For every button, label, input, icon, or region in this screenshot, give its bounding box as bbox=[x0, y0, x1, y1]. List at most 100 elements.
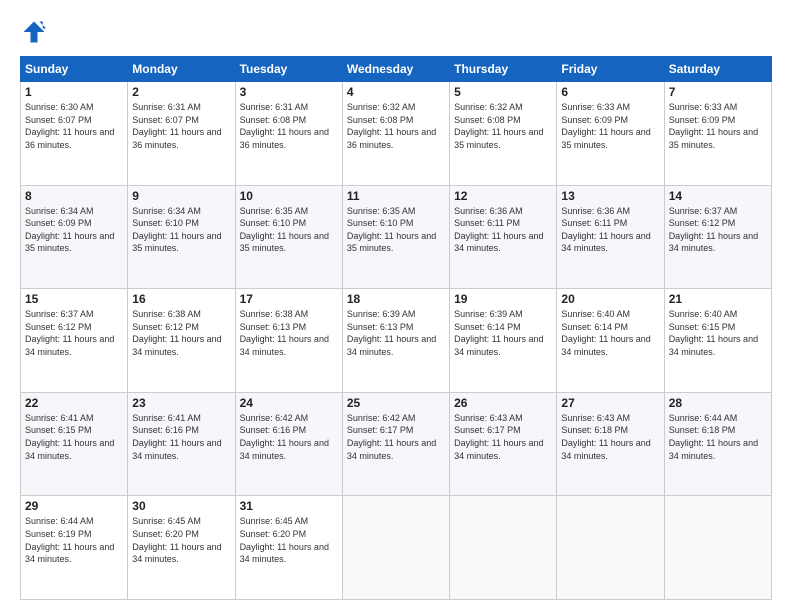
day-number: 4 bbox=[347, 85, 445, 99]
day-number: 16 bbox=[132, 292, 230, 306]
calendar-cell: 9 Sunrise: 6:34 AMSunset: 6:10 PMDaylight… bbox=[128, 185, 235, 289]
calendar-cell: 1 Sunrise: 6:30 AMSunset: 6:07 PMDaylight… bbox=[21, 82, 128, 186]
day-info: Sunrise: 6:42 AMSunset: 6:17 PMDaylight:… bbox=[347, 412, 445, 462]
calendar-cell: 28 Sunrise: 6:44 AMSunset: 6:18 PMDayligh… bbox=[664, 392, 771, 496]
day-header-sunday: Sunday bbox=[21, 57, 128, 82]
calendar-cell bbox=[342, 496, 449, 600]
day-number: 12 bbox=[454, 189, 552, 203]
day-info: Sunrise: 6:44 AMSunset: 6:19 PMDaylight:… bbox=[25, 515, 123, 565]
day-info: Sunrise: 6:39 AMSunset: 6:13 PMDaylight:… bbox=[347, 308, 445, 358]
day-number: 22 bbox=[25, 396, 123, 410]
day-info: Sunrise: 6:38 AMSunset: 6:12 PMDaylight:… bbox=[132, 308, 230, 358]
day-number: 6 bbox=[561, 85, 659, 99]
calendar-cell: 3 Sunrise: 6:31 AMSunset: 6:08 PMDaylight… bbox=[235, 82, 342, 186]
day-info: Sunrise: 6:34 AMSunset: 6:09 PMDaylight:… bbox=[25, 205, 123, 255]
calendar-cell: 14 Sunrise: 6:37 AMSunset: 6:12 PMDayligh… bbox=[664, 185, 771, 289]
calendar-cell: 30 Sunrise: 6:45 AMSunset: 6:20 PMDayligh… bbox=[128, 496, 235, 600]
day-info: Sunrise: 6:34 AMSunset: 6:10 PMDaylight:… bbox=[132, 205, 230, 255]
day-header-wednesday: Wednesday bbox=[342, 57, 449, 82]
day-number: 7 bbox=[669, 85, 767, 99]
day-info: Sunrise: 6:31 AMSunset: 6:08 PMDaylight:… bbox=[240, 101, 338, 151]
day-number: 10 bbox=[240, 189, 338, 203]
logo-icon bbox=[20, 18, 48, 46]
calendar-cell: 2 Sunrise: 6:31 AMSunset: 6:07 PMDaylight… bbox=[128, 82, 235, 186]
calendar-cell: 10 Sunrise: 6:35 AMSunset: 6:10 PMDayligh… bbox=[235, 185, 342, 289]
day-number: 29 bbox=[25, 499, 123, 513]
day-info: Sunrise: 6:30 AMSunset: 6:07 PMDaylight:… bbox=[25, 101, 123, 151]
day-number: 21 bbox=[669, 292, 767, 306]
day-number: 5 bbox=[454, 85, 552, 99]
day-number: 14 bbox=[669, 189, 767, 203]
day-number: 17 bbox=[240, 292, 338, 306]
calendar-cell bbox=[450, 496, 557, 600]
day-info: Sunrise: 6:38 AMSunset: 6:13 PMDaylight:… bbox=[240, 308, 338, 358]
calendar-cell bbox=[664, 496, 771, 600]
day-info: Sunrise: 6:33 AMSunset: 6:09 PMDaylight:… bbox=[669, 101, 767, 151]
day-info: Sunrise: 6:37 AMSunset: 6:12 PMDaylight:… bbox=[25, 308, 123, 358]
calendar-cell: 12 Sunrise: 6:36 AMSunset: 6:11 PMDayligh… bbox=[450, 185, 557, 289]
day-info: Sunrise: 6:41 AMSunset: 6:15 PMDaylight:… bbox=[25, 412, 123, 462]
calendar-cell: 20Sunrise: 6:40 AMSunset: 6:14 PMDayligh… bbox=[557, 289, 664, 393]
day-number: 18 bbox=[347, 292, 445, 306]
day-number: 11 bbox=[347, 189, 445, 203]
calendar-cell: 16 Sunrise: 6:38 AMSunset: 6:12 PMDayligh… bbox=[128, 289, 235, 393]
day-number: 15 bbox=[25, 292, 123, 306]
calendar-cell: 25 Sunrise: 6:42 AMSunset: 6:17 PMDayligh… bbox=[342, 392, 449, 496]
calendar-cell: 31 Sunrise: 6:45 AMSunset: 6:20 PMDayligh… bbox=[235, 496, 342, 600]
day-info: Sunrise: 6:45 AMSunset: 6:20 PMDaylight:… bbox=[132, 515, 230, 565]
calendar-cell: 27Sunrise: 6:43 AMSunset: 6:18 PMDayligh… bbox=[557, 392, 664, 496]
calendar-cell: 18 Sunrise: 6:39 AMSunset: 6:13 PMDayligh… bbox=[342, 289, 449, 393]
calendar-cell: 24Sunrise: 6:42 AMSunset: 6:16 PMDayligh… bbox=[235, 392, 342, 496]
calendar-cell: 26 Sunrise: 6:43 AMSunset: 6:17 PMDayligh… bbox=[450, 392, 557, 496]
day-info: Sunrise: 6:31 AMSunset: 6:07 PMDaylight:… bbox=[132, 101, 230, 151]
day-info: Sunrise: 6:39 AMSunset: 6:14 PMDaylight:… bbox=[454, 308, 552, 358]
day-info: Sunrise: 6:36 AMSunset: 6:11 PMDaylight:… bbox=[454, 205, 552, 255]
calendar-cell bbox=[557, 496, 664, 600]
day-info: Sunrise: 6:37 AMSunset: 6:12 PMDaylight:… bbox=[669, 205, 767, 255]
day-number: 19 bbox=[454, 292, 552, 306]
day-info: Sunrise: 6:36 AMSunset: 6:11 PMDaylight:… bbox=[561, 205, 659, 255]
calendar-cell: 4 Sunrise: 6:32 AMSunset: 6:08 PMDaylight… bbox=[342, 82, 449, 186]
day-info: Sunrise: 6:32 AMSunset: 6:08 PMDaylight:… bbox=[454, 101, 552, 151]
calendar-cell: 13 Sunrise: 6:36 AMSunset: 6:11 PMDayligh… bbox=[557, 185, 664, 289]
day-number: 25 bbox=[347, 396, 445, 410]
calendar-cell: 6Sunrise: 6:33 AMSunset: 6:09 PMDaylight… bbox=[557, 82, 664, 186]
day-number: 28 bbox=[669, 396, 767, 410]
calendar-cell: 8 Sunrise: 6:34 AMSunset: 6:09 PMDaylight… bbox=[21, 185, 128, 289]
day-info: Sunrise: 6:40 AMSunset: 6:15 PMDaylight:… bbox=[669, 308, 767, 358]
calendar-cell: 29 Sunrise: 6:44 AMSunset: 6:19 PMDayligh… bbox=[21, 496, 128, 600]
calendar-cell: 22 Sunrise: 6:41 AMSunset: 6:15 PMDayligh… bbox=[21, 392, 128, 496]
day-info: Sunrise: 6:41 AMSunset: 6:16 PMDaylight:… bbox=[132, 412, 230, 462]
day-number: 30 bbox=[132, 499, 230, 513]
day-header-monday: Monday bbox=[128, 57, 235, 82]
day-header-thursday: Thursday bbox=[450, 57, 557, 82]
calendar-cell: 7 Sunrise: 6:33 AMSunset: 6:09 PMDaylight… bbox=[664, 82, 771, 186]
day-number: 23 bbox=[132, 396, 230, 410]
logo bbox=[20, 18, 52, 46]
day-info: Sunrise: 6:32 AMSunset: 6:08 PMDaylight:… bbox=[347, 101, 445, 151]
day-number: 13 bbox=[561, 189, 659, 203]
day-number: 9 bbox=[132, 189, 230, 203]
calendar-cell: 11Sunrise: 6:35 AMSunset: 6:10 PMDayligh… bbox=[342, 185, 449, 289]
calendar-cell: 23 Sunrise: 6:41 AMSunset: 6:16 PMDayligh… bbox=[128, 392, 235, 496]
day-number: 3 bbox=[240, 85, 338, 99]
calendar-cell: 5 Sunrise: 6:32 AMSunset: 6:08 PMDaylight… bbox=[450, 82, 557, 186]
day-number: 31 bbox=[240, 499, 338, 513]
day-number: 2 bbox=[132, 85, 230, 99]
calendar-cell: 19 Sunrise: 6:39 AMSunset: 6:14 PMDayligh… bbox=[450, 289, 557, 393]
day-number: 26 bbox=[454, 396, 552, 410]
day-header-saturday: Saturday bbox=[664, 57, 771, 82]
calendar-cell: 21 Sunrise: 6:40 AMSunset: 6:15 PMDayligh… bbox=[664, 289, 771, 393]
day-info: Sunrise: 6:45 AMSunset: 6:20 PMDaylight:… bbox=[240, 515, 338, 565]
day-info: Sunrise: 6:43 AMSunset: 6:17 PMDaylight:… bbox=[454, 412, 552, 462]
day-info: Sunrise: 6:44 AMSunset: 6:18 PMDaylight:… bbox=[669, 412, 767, 462]
day-header-tuesday: Tuesday bbox=[235, 57, 342, 82]
day-info: Sunrise: 6:35 AMSunset: 6:10 PMDaylight:… bbox=[240, 205, 338, 255]
day-info: Sunrise: 6:43 AMSunset: 6:18 PMDaylight:… bbox=[561, 412, 659, 462]
day-number: 24 bbox=[240, 396, 338, 410]
day-number: 8 bbox=[25, 189, 123, 203]
day-info: Sunrise: 6:40 AMSunset: 6:14 PMDaylight:… bbox=[561, 308, 659, 358]
day-header-friday: Friday bbox=[557, 57, 664, 82]
calendar-cell: 15 Sunrise: 6:37 AMSunset: 6:12 PMDayligh… bbox=[21, 289, 128, 393]
day-number: 1 bbox=[25, 85, 123, 99]
